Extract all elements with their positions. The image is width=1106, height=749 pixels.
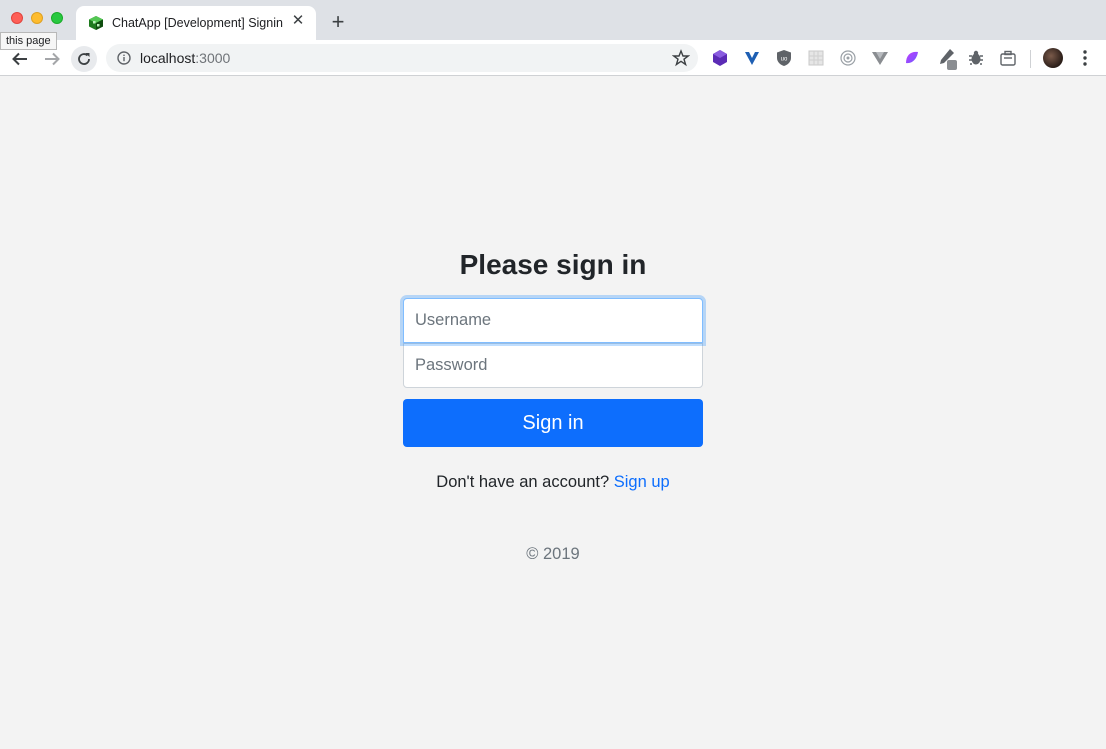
arrow-left-icon bbox=[12, 52, 27, 66]
url-text: localhost:3000 bbox=[140, 50, 230, 66]
vue-devtools-extension-icon[interactable] bbox=[743, 49, 761, 67]
browser-tab[interactable]: ChatApp [Development] Signin ✕ bbox=[76, 6, 316, 40]
reload-icon bbox=[78, 53, 90, 65]
purple-cube-extension-icon[interactable] bbox=[711, 49, 729, 67]
no-account-text: Don't have an account? bbox=[436, 473, 614, 491]
copyright-text: © 2019 bbox=[526, 545, 580, 563]
maximize-window-button[interactable] bbox=[51, 12, 63, 24]
kebab-menu-icon[interactable] bbox=[1078, 49, 1092, 67]
url-port: :3000 bbox=[195, 50, 231, 66]
briefcase-extension-icon[interactable] bbox=[999, 49, 1017, 67]
bookmark-star-icon[interactable] bbox=[672, 49, 690, 67]
reload-button[interactable] bbox=[71, 46, 97, 72]
browser-toolbar: localhost:3000 uo bbox=[0, 40, 1106, 76]
signin-page: Please sign in Sign in Don't have an acc… bbox=[0, 77, 1106, 749]
browser-tabstrip: ChatApp [Development] Signin ✕ + bbox=[0, 0, 1106, 40]
chatapp-favicon-icon bbox=[89, 16, 103, 30]
info-icon[interactable] bbox=[117, 51, 131, 65]
grid-extension-icon[interactable] bbox=[807, 49, 825, 67]
url-host: localhost bbox=[140, 50, 196, 66]
password-input[interactable] bbox=[403, 343, 703, 388]
svg-text:uo: uo bbox=[781, 57, 788, 63]
tab-close-icon[interactable]: ✕ bbox=[290, 13, 306, 29]
profile-avatar[interactable] bbox=[1043, 48, 1063, 68]
close-window-button[interactable] bbox=[11, 12, 23, 24]
username-input[interactable] bbox=[403, 298, 703, 343]
arrow-right-icon bbox=[45, 52, 60, 66]
minimize-window-button[interactable] bbox=[31, 12, 43, 24]
sign-up-link[interactable]: Sign up bbox=[614, 473, 670, 491]
target-extension-icon[interactable] bbox=[839, 49, 857, 67]
gradient-extension-icon[interactable] bbox=[903, 49, 921, 67]
toolbar-divider bbox=[1030, 50, 1031, 68]
ublock-shield-icon[interactable]: uo bbox=[775, 49, 793, 67]
vue-triangle-extension-icon[interactable] bbox=[871, 49, 889, 67]
signup-prompt: Don't have an account? Sign up bbox=[0, 473, 1106, 492]
sign-in-button[interactable]: Sign in bbox=[403, 399, 703, 447]
address-bar[interactable]: localhost:3000 bbox=[106, 44, 698, 72]
bug-extension-icon[interactable] bbox=[967, 49, 985, 67]
eyedropper-extension-icon[interactable] bbox=[935, 46, 959, 70]
page-title: Please sign in bbox=[459, 249, 647, 280]
tab-title: ChatApp [Development] Signin bbox=[112, 16, 283, 30]
new-tab-button[interactable]: + bbox=[328, 11, 348, 33]
tooltip: this page bbox=[0, 32, 57, 50]
